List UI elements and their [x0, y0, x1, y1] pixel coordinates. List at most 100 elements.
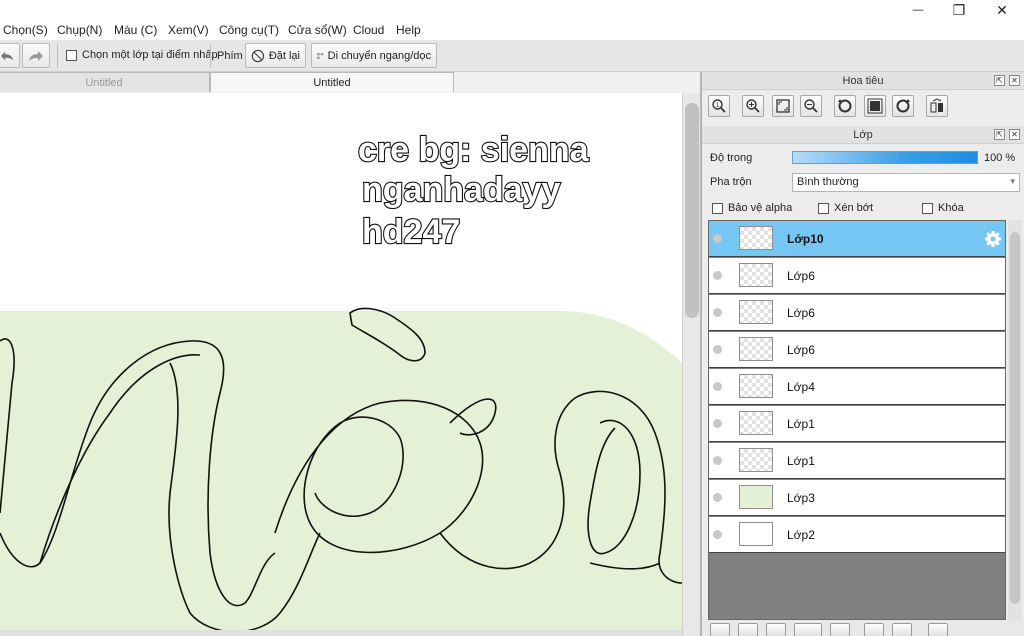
- layer-name: Lớp6: [787, 343, 815, 357]
- layer-row[interactable]: Lớp10: [709, 221, 1005, 257]
- tab-untitled-2[interactable]: Untitled: [210, 72, 454, 92]
- layer-list-scrollbar[interactable]: [1008, 220, 1022, 620]
- close-icon[interactable]: ✕: [1009, 129, 1020, 140]
- layer-name: Lớp4: [787, 380, 815, 394]
- undock-icon[interactable]: ⇱: [994, 75, 1005, 86]
- select-layer-option[interactable]: Chọn một lớp tại điểm nhấp: [66, 49, 218, 61]
- close-icon: ✕: [996, 1, 1008, 18]
- menu-cloud[interactable]: Cloud: [353, 23, 384, 37]
- layer-name: Lớp6: [787, 306, 815, 320]
- duplicate-layer-button[interactable]: [864, 623, 884, 636]
- canvas-horizontal-scrollbar[interactable]: [0, 630, 682, 636]
- rotate-left-button[interactable]: [834, 95, 856, 117]
- layer-row[interactable]: Lớp6: [709, 258, 1005, 294]
- visibility-icon[interactable]: [713, 530, 722, 539]
- canvas-scroll-thumb[interactable]: [685, 103, 699, 318]
- layer-panel-header: Lớp ⇱ ✕: [702, 126, 1024, 144]
- maximize-button[interactable]: ❐: [937, 0, 981, 20]
- select-layer-label: Chọn một lớp tại điểm nhấp: [82, 49, 218, 61]
- menu-window[interactable]: Cửa sổ(W): [288, 23, 347, 37]
- protect-alpha-label: Bảo vệ alpha: [728, 202, 793, 214]
- reset-button[interactable]: Đặt lại: [245, 43, 306, 68]
- new-1bit-layer-button[interactable]: [766, 623, 786, 636]
- menu-color[interactable]: Màu (C): [114, 23, 157, 37]
- layer-row[interactable]: Lớp3: [709, 480, 1005, 516]
- zoom-fit-icon: 1: [712, 99, 726, 113]
- clipping-checkbox[interactable]: [818, 202, 829, 214]
- visibility-icon[interactable]: [713, 382, 722, 391]
- new-raster-layer-button[interactable]: [710, 623, 730, 636]
- menu-view[interactable]: Xem(V): [168, 23, 209, 37]
- layer-row[interactable]: Lớp2: [709, 517, 1005, 553]
- fit-screen-icon: [776, 99, 790, 113]
- layer-thumbnail: [739, 485, 773, 509]
- tab-untitled-1[interactable]: Untitled: [0, 72, 210, 92]
- zoom-out-button[interactable]: [800, 95, 822, 117]
- close-icon[interactable]: ✕: [1009, 75, 1020, 86]
- menu-bar: Chọn(S) Chụp(N) Màu (C) Xem(V) Công cụ(T…: [0, 0, 1024, 40]
- layer-row[interactable]: Lớp1: [709, 406, 1005, 442]
- layer-row[interactable]: Lớp1: [709, 443, 1005, 479]
- undo-button[interactable]: [0, 43, 20, 68]
- credit-line-2: nganhadayy: [362, 171, 560, 209]
- protect-alpha-option[interactable]: Bảo vệ alpha: [712, 202, 792, 214]
- rotate-right-button[interactable]: [892, 95, 914, 117]
- zoom-in-button[interactable]: [742, 95, 764, 117]
- visibility-icon[interactable]: [713, 456, 722, 465]
- new-folder-button[interactable]: [830, 623, 850, 636]
- drawing-canvas[interactable]: cre bg: sienna nganhadayy hd247: [0, 93, 682, 636]
- blend-mode-select[interactable]: Bình thường ▾: [792, 173, 1020, 192]
- opacity-slider[interactable]: [792, 151, 978, 164]
- layer-thumbnail: [739, 300, 773, 324]
- protect-alpha-checkbox[interactable]: [712, 202, 723, 214]
- delete-layer-button[interactable]: [928, 623, 948, 636]
- menu-capture[interactable]: Chụp(N): [57, 23, 102, 37]
- visibility-icon[interactable]: [713, 271, 722, 280]
- tab-label: Untitled: [85, 76, 123, 89]
- move-axis-button[interactable]: Di chuyển ngang/dọc: [311, 43, 437, 68]
- layer-row[interactable]: Lớp6: [709, 332, 1005, 368]
- flip-button[interactable]: [926, 95, 948, 117]
- layer-thumbnail: [739, 411, 773, 435]
- visibility-icon[interactable]: [713, 419, 722, 428]
- visibility-icon[interactable]: [713, 234, 722, 243]
- new-vector-layer-button[interactable]: [738, 623, 758, 636]
- move-axis-label: Di chuyển ngang/dọc: [327, 49, 431, 62]
- visibility-icon[interactable]: [713, 493, 722, 502]
- redo-icon: [29, 50, 43, 61]
- merge-down-button[interactable]: [892, 623, 912, 636]
- shortcut-label: Phím: [217, 50, 243, 62]
- canvas-vertical-scrollbar[interactable]: [682, 93, 700, 636]
- menu-tools[interactable]: Công cụ(T): [219, 23, 279, 37]
- zoom-fit-button[interactable]: 1: [708, 95, 730, 117]
- layer-row[interactable]: Lớp6: [709, 295, 1005, 331]
- clipping-option[interactable]: Xén bớt: [818, 202, 873, 214]
- move-axis-icon: [317, 52, 324, 59]
- select-layer-checkbox[interactable]: [66, 49, 77, 61]
- layer-row[interactable]: Lớp4: [709, 369, 1005, 405]
- lock-option[interactable]: Khóa: [922, 202, 964, 214]
- reset-view-icon: [867, 98, 883, 114]
- layer-thumbnail: [739, 337, 773, 361]
- reset-view-button[interactable]: [864, 95, 886, 117]
- fit-screen-button[interactable]: [772, 95, 794, 117]
- redo-button[interactable]: [22, 43, 50, 68]
- lock-checkbox[interactable]: [922, 202, 933, 214]
- visibility-icon[interactable]: [713, 308, 722, 317]
- lock-label: Khóa: [938, 202, 964, 214]
- toolbar-divider: [57, 44, 58, 68]
- minimize-button[interactable]: —: [896, 0, 940, 20]
- gear-icon[interactable]: [984, 230, 1002, 248]
- opacity-value: 100 %: [984, 152, 1016, 164]
- chevron-down-icon: ▾: [1010, 176, 1015, 186]
- menu-help[interactable]: Help: [396, 23, 421, 37]
- layer-thumbnail: [739, 522, 773, 546]
- menu-select[interactable]: Chọn(S): [3, 23, 48, 37]
- restore-icon: ❐: [952, 1, 966, 18]
- close-button[interactable]: ✕: [980, 0, 1024, 20]
- prohibit-icon: [251, 49, 265, 62]
- undock-icon[interactable]: ⇱: [994, 129, 1005, 140]
- layer-scroll-thumb[interactable]: [1010, 232, 1020, 604]
- new-layer-menu-button[interactable]: [794, 623, 822, 636]
- visibility-icon[interactable]: [713, 345, 722, 354]
